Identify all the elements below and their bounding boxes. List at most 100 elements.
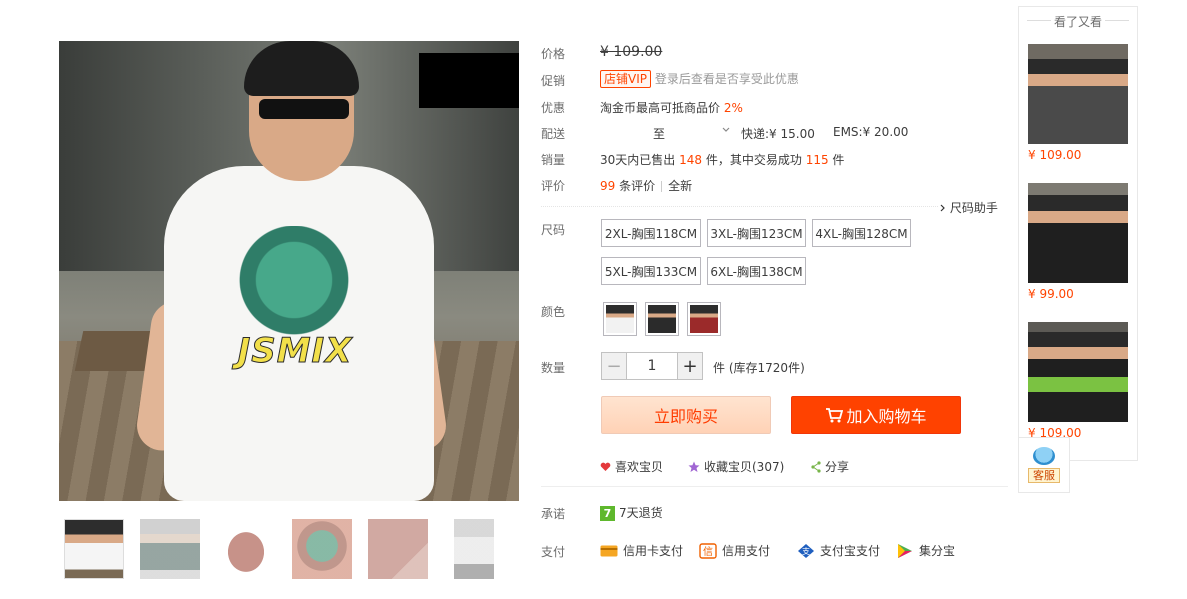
- thumbnail-5[interactable]: [368, 519, 428, 579]
- recommendation-sidebar: 看了又看 ¥ 109.00 ¥ 99.00 ¥ 109.00: [1018, 6, 1138, 461]
- alipay-label: 支付宝支付: [820, 544, 881, 558]
- main-product-image[interactable]: JSMIX: [59, 41, 519, 501]
- size-option-4xl[interactable]: 4XL-胸围128CM: [812, 219, 911, 247]
- sidebar-title: 看了又看: [1019, 13, 1137, 30]
- model-sunglasses: [259, 99, 349, 119]
- recommendation-price-2: ¥ 99.00: [1028, 287, 1074, 301]
- jifenbao-label: 集分宝: [919, 544, 956, 558]
- shipping-label: 配送: [541, 127, 566, 141]
- size-divider: [541, 206, 938, 207]
- sales-row: 30天内已售出 148 件，其中交易成功 115 件: [600, 151, 844, 168]
- section-divider: [541, 486, 1008, 487]
- svg-text:支: 支: [802, 546, 810, 556]
- sales-label: 销量: [541, 153, 566, 167]
- chevron-right-icon: [940, 204, 945, 212]
- quantity-increase-button[interactable]: +: [677, 352, 703, 380]
- chat-bubble-icon: [1033, 447, 1055, 465]
- quantity-input[interactable]: 1: [627, 352, 677, 380]
- review-count[interactable]: 99: [600, 179, 615, 193]
- color-swatch-red[interactable]: [687, 302, 721, 336]
- review-row: 99 条评价 全新: [600, 177, 692, 194]
- cart-icon: [826, 408, 844, 423]
- sales-prefix: 30天内已售出: [600, 153, 676, 167]
- customer-service-label: 客服: [1028, 468, 1060, 483]
- thumbnail-4[interactable]: [292, 519, 352, 579]
- sales-success-count: 115: [805, 153, 829, 167]
- recommendation-item-1[interactable]: [1028, 44, 1128, 144]
- discount-percent: 2%: [723, 101, 743, 115]
- shipping-to: 至: [653, 127, 666, 141]
- promise-row[interactable]: 7 7天退货: [600, 504, 663, 521]
- discount-text: 淘金币最高可抵商品价: [600, 101, 721, 115]
- quantity-decrease-button[interactable]: −: [601, 352, 627, 380]
- favorite-link[interactable]: 收藏宝贝(307): [688, 458, 784, 475]
- thumbnail-2[interactable]: [140, 519, 200, 579]
- payment-credit[interactable]: 信 信用支付: [699, 542, 770, 559]
- size-label: 尺码: [541, 223, 566, 237]
- like-label: 喜欢宝贝: [615, 460, 664, 474]
- payment-jifenbao[interactable]: 集分宝: [896, 542, 955, 559]
- quantity-stepper: − 1 +: [601, 352, 703, 380]
- sales-suffix: 件: [832, 153, 845, 167]
- color-swatch-white[interactable]: [603, 302, 637, 336]
- sales-count: 148: [679, 153, 703, 167]
- color-label: 颜色: [541, 305, 566, 319]
- payment-label: 支付: [541, 545, 566, 559]
- jifenbao-icon: [896, 543, 914, 559]
- quantity-unit: 件: [713, 361, 726, 375]
- size-helper-text: 尺码助手: [949, 201, 998, 215]
- buy-now-button[interactable]: 立即购买: [601, 396, 771, 434]
- payment-alipay[interactable]: 支 支付宝支付: [797, 542, 880, 559]
- thumbnail-1[interactable]: [64, 519, 124, 579]
- customer-service-button[interactable]: 客服: [1018, 437, 1070, 493]
- chevron-down-icon[interactable]: [722, 123, 730, 137]
- shirt-print-graphic: [209, 226, 379, 346]
- discount-label: 优惠: [541, 101, 566, 115]
- star-icon: [688, 461, 700, 472]
- credit-card-icon: [600, 543, 618, 559]
- stock-row: 件 (库存1720件): [713, 359, 805, 376]
- thumbnail-6[interactable]: [454, 519, 494, 579]
- recommendation-item-2[interactable]: [1028, 183, 1128, 283]
- size-option-5xl[interactable]: 5XL-胸围133CM: [601, 257, 701, 285]
- promo-login-text[interactable]: 登录后查看是否享受此优惠: [655, 72, 799, 86]
- size-option-2xl[interactable]: 2XL-胸围118CM: [601, 219, 701, 247]
- shipping-ems: EMS:¥ 20.00: [833, 125, 909, 139]
- review-all-new: 全新: [668, 179, 693, 193]
- favorite-label: 收藏宝贝(307): [704, 460, 785, 474]
- sales-mid: 件，其中交易成功: [705, 153, 802, 167]
- shop-vip-badge: 店铺VIP: [600, 70, 651, 88]
- promise-label: 承诺: [541, 507, 566, 521]
- share-link[interactable]: 分享: [811, 458, 849, 475]
- thumbnail-3[interactable]: [216, 519, 276, 579]
- review-text[interactable]: 条评价: [619, 179, 655, 193]
- size-option-6xl[interactable]: 6XL-胸围138CM: [707, 257, 806, 285]
- credit-card-label: 信用卡支付: [623, 544, 684, 558]
- promo-label: 促销: [541, 74, 566, 88]
- credit-pay-icon: 信: [699, 542, 717, 559]
- price-value: ¥ 109.00: [600, 44, 662, 60]
- review-divider: [661, 181, 663, 192]
- review-label: 评价: [541, 179, 566, 193]
- redacted-box: [419, 53, 519, 108]
- price-label: 价格: [541, 47, 566, 61]
- color-swatch-black[interactable]: [645, 302, 679, 336]
- promise-text: 7天退货: [619, 506, 663, 520]
- heart-icon: [600, 462, 611, 471]
- add-to-cart-button[interactable]: 加入购物车: [791, 396, 961, 434]
- share-label: 分享: [825, 460, 850, 474]
- seven-day-return-icon: 7: [600, 506, 615, 521]
- shipping-express: 快递:¥ 15.00: [741, 127, 815, 141]
- add-to-cart-label: 加入购物车: [846, 407, 927, 426]
- discount-row: 淘金币最高可抵商品价 2%: [600, 99, 743, 116]
- size-helper-link[interactable]: 尺码助手: [940, 199, 998, 216]
- alipay-icon: 支: [797, 543, 815, 559]
- size-option-3xl[interactable]: 3XL-胸围123CM: [707, 219, 806, 247]
- payment-credit-card[interactable]: 信用卡支付: [600, 542, 683, 559]
- promo-row: 店铺VIP 登录后查看是否享受此优惠: [600, 70, 799, 88]
- like-link[interactable]: 喜欢宝贝: [600, 458, 663, 475]
- recommendation-item-3[interactable]: [1028, 322, 1128, 422]
- stock-text: (库存1720件): [728, 361, 805, 375]
- shirt-logo-text: JSMIX: [237, 331, 353, 372]
- svg-text:信: 信: [703, 546, 713, 558]
